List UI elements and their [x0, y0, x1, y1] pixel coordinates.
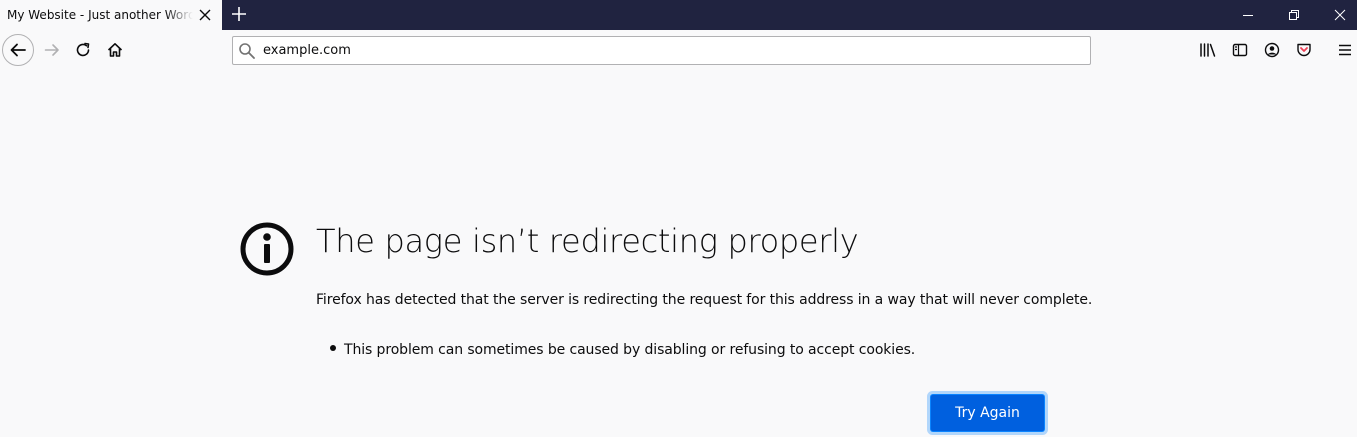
sidebar-icon [1232, 43, 1248, 57]
pocket-button[interactable] [1292, 38, 1316, 62]
navigation-toolbar [0, 30, 1357, 70]
tab-bar: My Website - Just another WordPress site [0, 0, 1357, 30]
forward-button[interactable] [36, 34, 68, 66]
account-icon [1264, 42, 1280, 58]
url-input[interactable] [263, 40, 1063, 61]
tab-title: My Website - Just another WordPress site [7, 8, 193, 22]
new-tab-plus-icon[interactable] [228, 3, 250, 25]
home-button[interactable] [99, 34, 131, 66]
back-button[interactable] [2, 34, 34, 66]
arrow-left-icon [10, 43, 26, 57]
try-again-button[interactable]: Try Again [931, 395, 1044, 431]
library-icon [1200, 43, 1216, 57]
url-bar[interactable] [232, 36, 1091, 65]
window-close-icon[interactable] [1317, 0, 1357, 30]
tab-close-icon[interactable] [196, 6, 214, 24]
library-button[interactable] [1196, 38, 1220, 62]
error-hint-text: This problem can sometimes be caused by … [344, 342, 916, 358]
info-icon [240, 222, 294, 276]
search-icon [239, 43, 255, 59]
tab-active[interactable]: My Website - Just another WordPress site [0, 0, 222, 30]
sidebar-button[interactable] [1228, 38, 1252, 62]
reload-button[interactable] [67, 34, 99, 66]
error-title: The page isn’t redirecting properly [316, 222, 859, 260]
account-button[interactable] [1260, 38, 1284, 62]
reload-icon [76, 42, 90, 57]
restore-icon[interactable] [1271, 0, 1317, 30]
error-hint-item: This problem can sometimes be caused by … [330, 342, 915, 358]
menu-button[interactable] [1333, 38, 1357, 62]
home-icon [107, 43, 123, 57]
hamburger-icon [1339, 44, 1351, 56]
error-description: Firefox has detected that the server is … [316, 292, 1093, 308]
pocket-icon [1297, 43, 1311, 57]
arrow-right-icon [44, 44, 59, 56]
bullet-icon [330, 345, 336, 351]
minimize-icon[interactable] [1225, 0, 1271, 30]
